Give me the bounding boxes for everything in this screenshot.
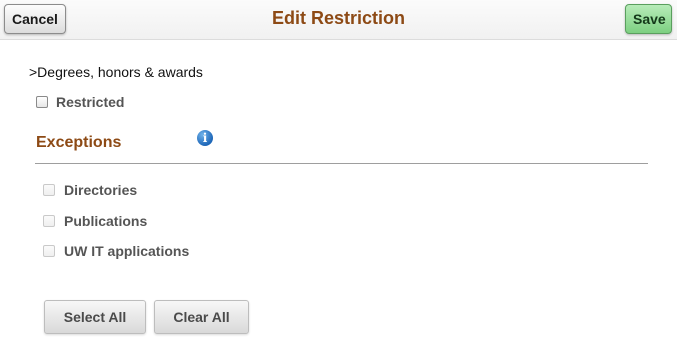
exception-uw-it-applications: UW IT applications: [43, 243, 189, 259]
publications-checkbox: [43, 215, 55, 227]
restricted-label: Restricted: [56, 94, 125, 110]
publications-label: Publications: [64, 213, 148, 229]
page-title: Edit Restriction: [271, 8, 405, 28]
restricted-option[interactable]: Restricted: [36, 94, 124, 110]
uw-it-applications-checkbox: [43, 245, 55, 257]
exception-publications: Publications: [43, 213, 147, 229]
header-bar: Cancel Edit Restriction Save: [0, 0, 677, 40]
directories-label: Directories: [64, 182, 138, 198]
save-button[interactable]: Save: [625, 4, 672, 34]
info-icon[interactable]: i: [197, 130, 213, 146]
restricted-checkbox[interactable]: [36, 96, 48, 108]
select-all-button[interactable]: Select All: [44, 300, 146, 334]
breadcrumb: >Degrees, honors & awards: [29, 64, 203, 80]
divider: [35, 163, 648, 164]
exceptions-heading: Exceptions: [36, 134, 122, 151]
directories-checkbox: [43, 184, 55, 196]
clear-all-button[interactable]: Clear All: [154, 300, 249, 334]
uw-it-applications-label: UW IT applications: [64, 243, 190, 259]
exception-directories: Directories: [43, 182, 137, 198]
